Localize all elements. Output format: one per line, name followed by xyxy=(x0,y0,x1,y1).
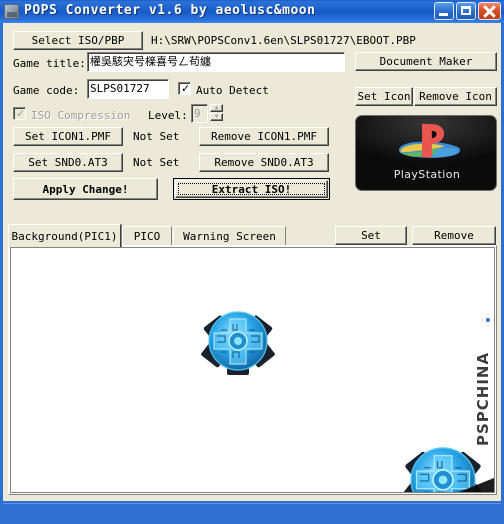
set-icon1-pmf-button[interactable]: Set ICON1.PMF xyxy=(13,127,123,146)
remove-icon1-pmf-button[interactable]: Remove ICON1.PMF xyxy=(199,127,329,146)
tech-emblem-2 xyxy=(400,441,486,492)
set-snd0-at3-button[interactable]: Set SND0.AT3 xyxy=(13,153,123,172)
apply-change-button[interactable]: Apply Change! xyxy=(13,178,158,200)
title-bar: POPS Converter v1.6 by aeolusc&moon xyxy=(0,0,504,23)
minimize-button[interactable] xyxy=(434,2,454,20)
remove-snd0-at3-button[interactable]: Remove SND0.AT3 xyxy=(199,153,329,172)
set-icon-button[interactable]: Set Icon xyxy=(355,87,413,106)
preview-tab-control: Background(PIC1) PICO Warning Screen Set… xyxy=(8,224,497,495)
tab-background-pic1[interactable]: Background(PIC1) xyxy=(8,224,121,247)
set-background-button[interactable]: Set xyxy=(335,226,407,245)
maximize-button[interactable] xyxy=(456,2,476,20)
iso-compression-label: ISO Compression xyxy=(31,109,131,122)
spinner-down-icon: ▼ xyxy=(210,113,223,121)
remove-icon-button[interactable]: Remove Icon xyxy=(414,87,497,106)
auto-detect-checkbox[interactable]: ✓ xyxy=(178,82,191,95)
watermark-dot xyxy=(486,318,490,322)
application-window: POPS Converter v1.6 by aeolusc&moon Sele… xyxy=(0,0,504,524)
background-preview-canvas[interactable]: PSPCHINA xyxy=(10,247,495,493)
game-code-input[interactable]: SLPS01727 xyxy=(87,79,169,99)
window-title: POPS Converter v1.6 by aeolusc&moon xyxy=(24,3,316,18)
game-code-label: Game code: xyxy=(13,84,80,97)
spinner-up-icon: ▲ xyxy=(210,104,223,112)
checkmark-icon: ✓ xyxy=(16,107,26,120)
close-button[interactable] xyxy=(478,2,501,20)
extract-iso-button[interactable]: Extract ISO! xyxy=(173,178,330,200)
client-area: Select ISO/PBP H:\SRW\POPSConv1.6en\SLPS… xyxy=(3,23,501,501)
iso-compression-checkbox: ✓ xyxy=(13,107,26,120)
game-title-label: Game title: xyxy=(13,57,86,70)
checkmark-icon: ✓ xyxy=(181,82,191,95)
tab-body: PSPCHINA xyxy=(8,245,497,495)
level-input: 9 xyxy=(191,104,208,123)
tab-warning-screen[interactable]: Warning Screen xyxy=(173,226,286,246)
tab-pico[interactable]: PICO xyxy=(122,226,172,246)
tech-emblem-1 xyxy=(199,306,277,378)
watermark-text: PSPCHINA xyxy=(474,351,492,446)
app-icon xyxy=(4,4,19,19)
remove-background-button[interactable]: Remove xyxy=(412,226,496,245)
game-title-input[interactable]: 權吳駭宊号檪喜号ㄥ茍纏 xyxy=(87,52,345,72)
icon1-pmf-status: Not Set xyxy=(133,130,180,143)
snd0-at3-status: Not Set xyxy=(133,156,180,169)
select-iso-pbp-button[interactable]: Select ISO/PBP xyxy=(13,31,143,50)
icon-preview-caption: PlayStation xyxy=(393,168,461,181)
level-spinner: ▲ ▼ xyxy=(210,104,223,121)
auto-detect-label: Auto Detect xyxy=(196,84,269,97)
background-art: PSPCHINA xyxy=(11,248,494,492)
icon-preview: PlayStation xyxy=(355,115,497,191)
iso-path-label: H:\SRW\POPSConv1.6en\SLPS01727\EBOOT.PBP xyxy=(151,34,416,47)
playstation-logo-icon xyxy=(399,123,461,158)
window-bottom-frame-inner xyxy=(3,503,501,523)
extract-iso-button-label: Extract ISO! xyxy=(175,180,328,198)
window-bottom-frame xyxy=(0,501,504,524)
level-label: Level: xyxy=(148,109,188,122)
document-maker-button[interactable]: Document Maker xyxy=(355,52,497,71)
